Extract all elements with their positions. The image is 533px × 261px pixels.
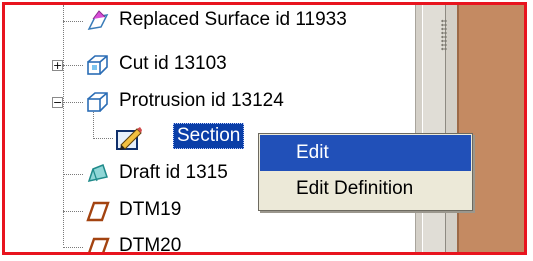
tree-connector xyxy=(63,174,83,175)
tree-item-label-selected: Section xyxy=(173,123,245,149)
datum-plane-icon xyxy=(86,201,110,222)
menu-item-edit-definition[interactable]: Edit Definition xyxy=(260,171,471,207)
context-menu: Edit Edit Definition xyxy=(258,133,473,211)
tree-connector xyxy=(63,65,83,66)
tree-connector xyxy=(63,21,83,22)
tree-item-label: Draft id 1315 xyxy=(119,162,228,183)
replaced-surface-icon xyxy=(87,10,109,30)
tree-item-label: Cut id 13103 xyxy=(119,53,227,74)
collapse-button[interactable]: − xyxy=(52,97,63,108)
tree-connector xyxy=(63,102,83,103)
panel-sash[interactable] xyxy=(415,5,458,252)
tree-connector xyxy=(63,247,83,248)
tree-item-dtm20[interactable]: DTM20 xyxy=(5,233,415,255)
tree-connector xyxy=(63,211,83,212)
grip-handle-icon[interactable] xyxy=(441,19,447,51)
protrusion-feature-icon xyxy=(87,92,108,112)
tree-item-label: DTM19 xyxy=(119,199,182,220)
section-sketch-icon xyxy=(116,127,142,150)
tree-connector xyxy=(93,138,113,139)
tree-item-label: Replaced Surface id 11933 xyxy=(119,9,347,30)
cut-feature-icon xyxy=(87,55,108,75)
screenshot-frame: Replaced Surface id 11933 + Cut id 13103… xyxy=(2,2,527,255)
graphics-area xyxy=(457,5,524,252)
tree-item-cut[interactable]: + Cut id 13103 xyxy=(5,51,415,79)
menu-item-edit[interactable]: Edit xyxy=(260,135,471,171)
draft-feature-icon xyxy=(87,164,108,183)
scrollbar-track[interactable] xyxy=(422,5,447,252)
expand-button[interactable]: + xyxy=(52,60,63,71)
tree-item-replaced-surface[interactable]: Replaced Surface id 11933 xyxy=(5,9,415,37)
tree-item-protrusion[interactable]: − Protrusion id 13124 xyxy=(5,88,415,116)
model-tree: Replaced Surface id 11933 + Cut id 13103… xyxy=(5,5,415,255)
tree-item-label: Protrusion id 13124 xyxy=(119,90,284,111)
tree-item-label: DTM20 xyxy=(119,235,182,255)
datum-plane-icon xyxy=(88,237,110,252)
